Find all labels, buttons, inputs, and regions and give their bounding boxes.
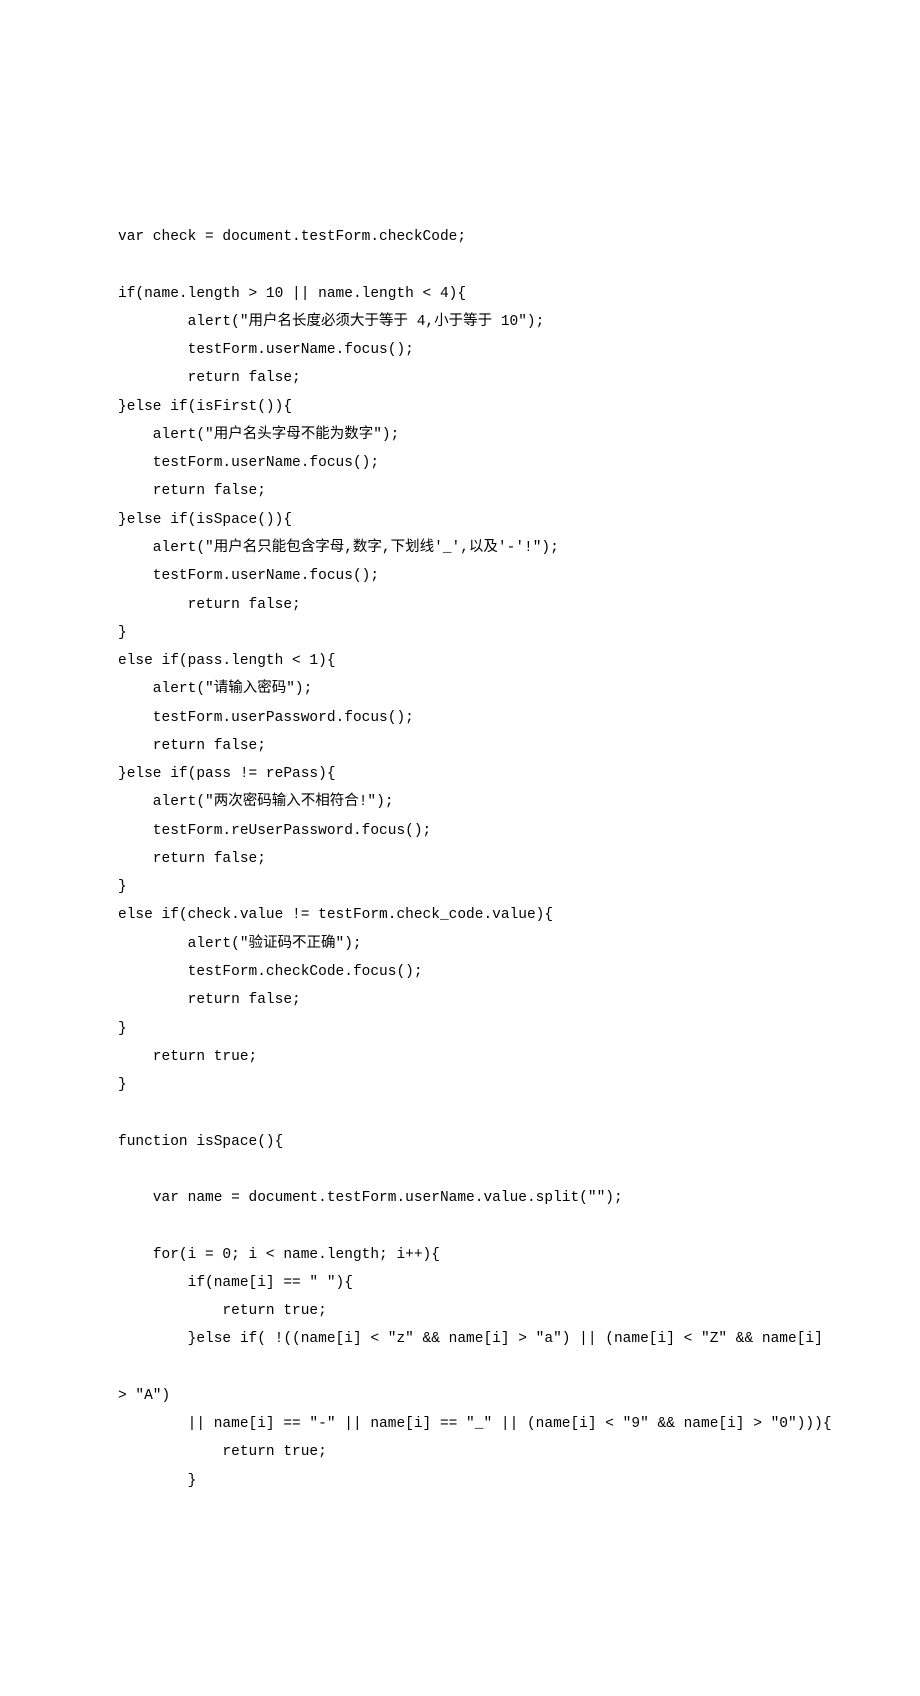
code-block: var check = document.testForm.checkCode;… — [118, 223, 802, 1495]
